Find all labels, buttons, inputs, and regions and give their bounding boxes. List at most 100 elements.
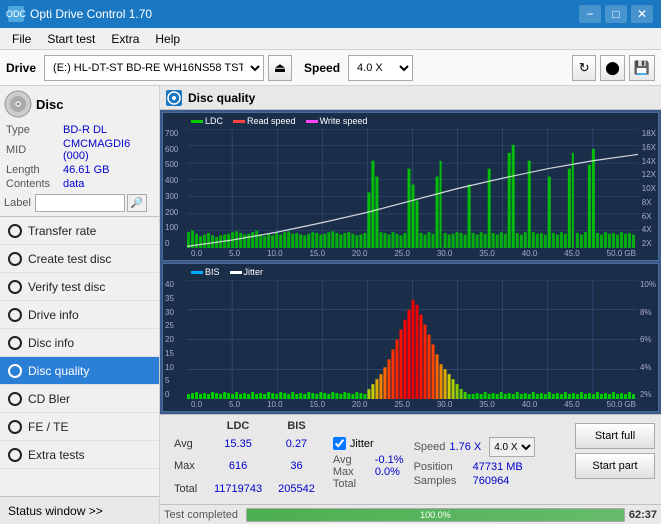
start-part-button[interactable]: Start part	[575, 453, 655, 479]
disc-icon	[4, 90, 32, 118]
mid-label: MID	[6, 138, 61, 162]
nav-icon-create	[8, 252, 22, 266]
progress-bar-outer: 100.0%	[246, 508, 625, 522]
legend-read-speed: Read speed	[233, 116, 296, 126]
avg-label: Avg	[166, 433, 206, 455]
nav-icon-cd-bler	[8, 392, 22, 406]
legend-jitter: Jitter	[230, 267, 264, 277]
menu-start-test[interactable]: Start test	[39, 30, 103, 48]
disc-label-row: Label 🔎	[4, 194, 155, 212]
jitter-max: 0.0%	[375, 466, 400, 478]
disc-quality-header: Disc quality	[160, 86, 661, 110]
stats-panel: LDC BIS Avg 15.35 0.27 Max 616	[160, 414, 661, 504]
max-label: Max	[166, 455, 206, 477]
legend-write-color	[306, 120, 318, 123]
legend-read-label: Read speed	[247, 116, 296, 126]
legend-jitter-label: Jitter	[244, 267, 264, 277]
samples-row: Samples 760964	[414, 475, 536, 487]
jitter-total-row: Total	[333, 478, 404, 490]
nav-icon-drive-info	[8, 308, 22, 322]
avg-bis: 0.27	[270, 433, 323, 455]
sidebar-item-fe-te[interactable]: FE / TE	[0, 413, 159, 441]
samples-value: 760964	[473, 475, 510, 487]
jitter-section: Jitter Avg -0.1% Max 0.0% Total	[333, 419, 404, 500]
disc-label-search-button[interactable]: 🔎	[127, 194, 147, 212]
app-icon: ODC	[8, 6, 24, 22]
legend-write-label: Write speed	[320, 116, 368, 126]
sidebar-item-create-test-disc[interactable]: Create test disc	[0, 245, 159, 273]
sidebar-item-verify-test-disc[interactable]: Verify test disc	[0, 273, 159, 301]
nav-icon-verify	[8, 280, 22, 294]
chart1-legend: LDC Read speed Write speed	[191, 116, 367, 126]
sidebar-item-drive-info[interactable]: Drive info	[0, 301, 159, 329]
disc-info-table: Type BD-R DL MID CMCMAGDI6 (000) Length …	[4, 122, 155, 192]
jitter-max-row: Max 0.0%	[333, 466, 404, 478]
menu-help[interactable]: Help	[147, 30, 188, 48]
minimize-button[interactable]: −	[579, 5, 601, 23]
burn-button[interactable]: ⬤	[600, 55, 625, 81]
status-window-button[interactable]: Status window >>	[0, 496, 159, 524]
menubar: File Start test Extra Help	[0, 28, 661, 50]
disc-label-input[interactable]	[35, 194, 125, 212]
menu-file[interactable]: File	[4, 30, 39, 48]
legend-bis-label: BIS	[205, 267, 220, 277]
disc-panel: Disc Type BD-R DL MID CMCMAGDI6 (000) Le…	[0, 86, 159, 217]
legend-ldc-label: LDC	[205, 116, 223, 126]
nav-label-cd-bler: CD Bler	[28, 392, 70, 406]
close-button[interactable]: ✕	[631, 5, 653, 23]
maximize-button[interactable]: □	[605, 5, 627, 23]
window-controls: − □ ✕	[579, 5, 653, 23]
chart1-y-axis: 0 100 200 300 400 500 600 700	[165, 129, 178, 248]
legend-write-speed: Write speed	[306, 116, 368, 126]
total-label: Total	[166, 478, 206, 500]
sidebar-item-transfer-rate[interactable]: Transfer rate	[0, 217, 159, 245]
drive-select[interactable]: (E:) HL-DT-ST BD-RE WH16NS58 TST4	[44, 55, 264, 81]
nav-label-drive-info: Drive info	[28, 308, 79, 322]
nav-label-disc-info: Disc info	[28, 336, 74, 350]
speed-row: Speed 1.76 X 4.0 X	[414, 437, 536, 457]
drive-label: Drive	[6, 61, 36, 75]
nav-icon-disc-info	[8, 336, 22, 350]
max-bis: 36	[270, 455, 323, 477]
position-row: Position 47731 MB	[414, 461, 536, 473]
sidebar-item-extra-tests[interactable]: Extra tests	[0, 441, 159, 469]
status-window-label: Status window >>	[8, 504, 103, 518]
eject-button[interactable]: ⏏	[268, 55, 292, 81]
chart2-svg	[187, 280, 638, 399]
chart-ldc: LDC Read speed Write speed 0 100 200	[162, 112, 659, 261]
save-button[interactable]: 💾	[629, 55, 655, 81]
legend-bis-color	[191, 271, 203, 274]
jitter-label: Jitter	[350, 438, 374, 450]
speed-info-section: Speed 1.76 X 4.0 X Position 47731 MB Sam…	[414, 419, 536, 500]
disc-quality-title: Disc quality	[188, 91, 255, 105]
total-ldc: 11719743	[206, 478, 270, 500]
refresh-button[interactable]: ↻	[572, 55, 596, 81]
sidebar-item-cd-bler[interactable]: CD Bler	[0, 385, 159, 413]
nav-items: Transfer rate Create test disc Verify te…	[0, 217, 159, 496]
nav-icon-fe-te	[8, 420, 22, 434]
jitter-checkbox[interactable]	[333, 437, 346, 450]
test-completed-label: Test completed	[164, 509, 238, 521]
type-value: BD-R DL	[63, 124, 153, 136]
chart1-y-axis-right: 2X 4X 6X 8X 10X 12X 14X 16X 18X	[642, 129, 656, 248]
speed-select-stats[interactable]: 4.0 X	[489, 437, 535, 457]
speed-select[interactable]: 1.0 X 2.0 X 4.0 X 6.0 X 8.0 X	[348, 55, 413, 81]
toolbar: Drive (E:) HL-DT-ST BD-RE WH16NS58 TST4 …	[0, 50, 661, 86]
sidebar-item-disc-info[interactable]: Disc info	[0, 329, 159, 357]
col-ldc: LDC	[206, 419, 270, 433]
progress-percent: 100.0%	[420, 510, 451, 520]
jitter-avg: -0.1%	[375, 454, 404, 466]
sidebar-item-disc-quality[interactable]: Disc quality	[0, 357, 159, 385]
speed-label: Speed	[414, 441, 446, 453]
charts-area: LDC Read speed Write speed 0 100 200	[160, 110, 661, 414]
jitter-header: Jitter	[333, 437, 404, 450]
length-label: Length	[6, 164, 61, 176]
app-title: Opti Drive Control 1.70	[30, 7, 579, 21]
legend-jitter-color	[230, 271, 242, 274]
chart2-legend: BIS Jitter	[191, 267, 263, 277]
speed-label: Speed	[304, 61, 340, 75]
speed-value: 1.76 X	[449, 441, 481, 453]
legend-ldc-color	[191, 120, 203, 123]
start-full-button[interactable]: Start full	[575, 423, 655, 449]
menu-extra[interactable]: Extra	[103, 30, 147, 48]
